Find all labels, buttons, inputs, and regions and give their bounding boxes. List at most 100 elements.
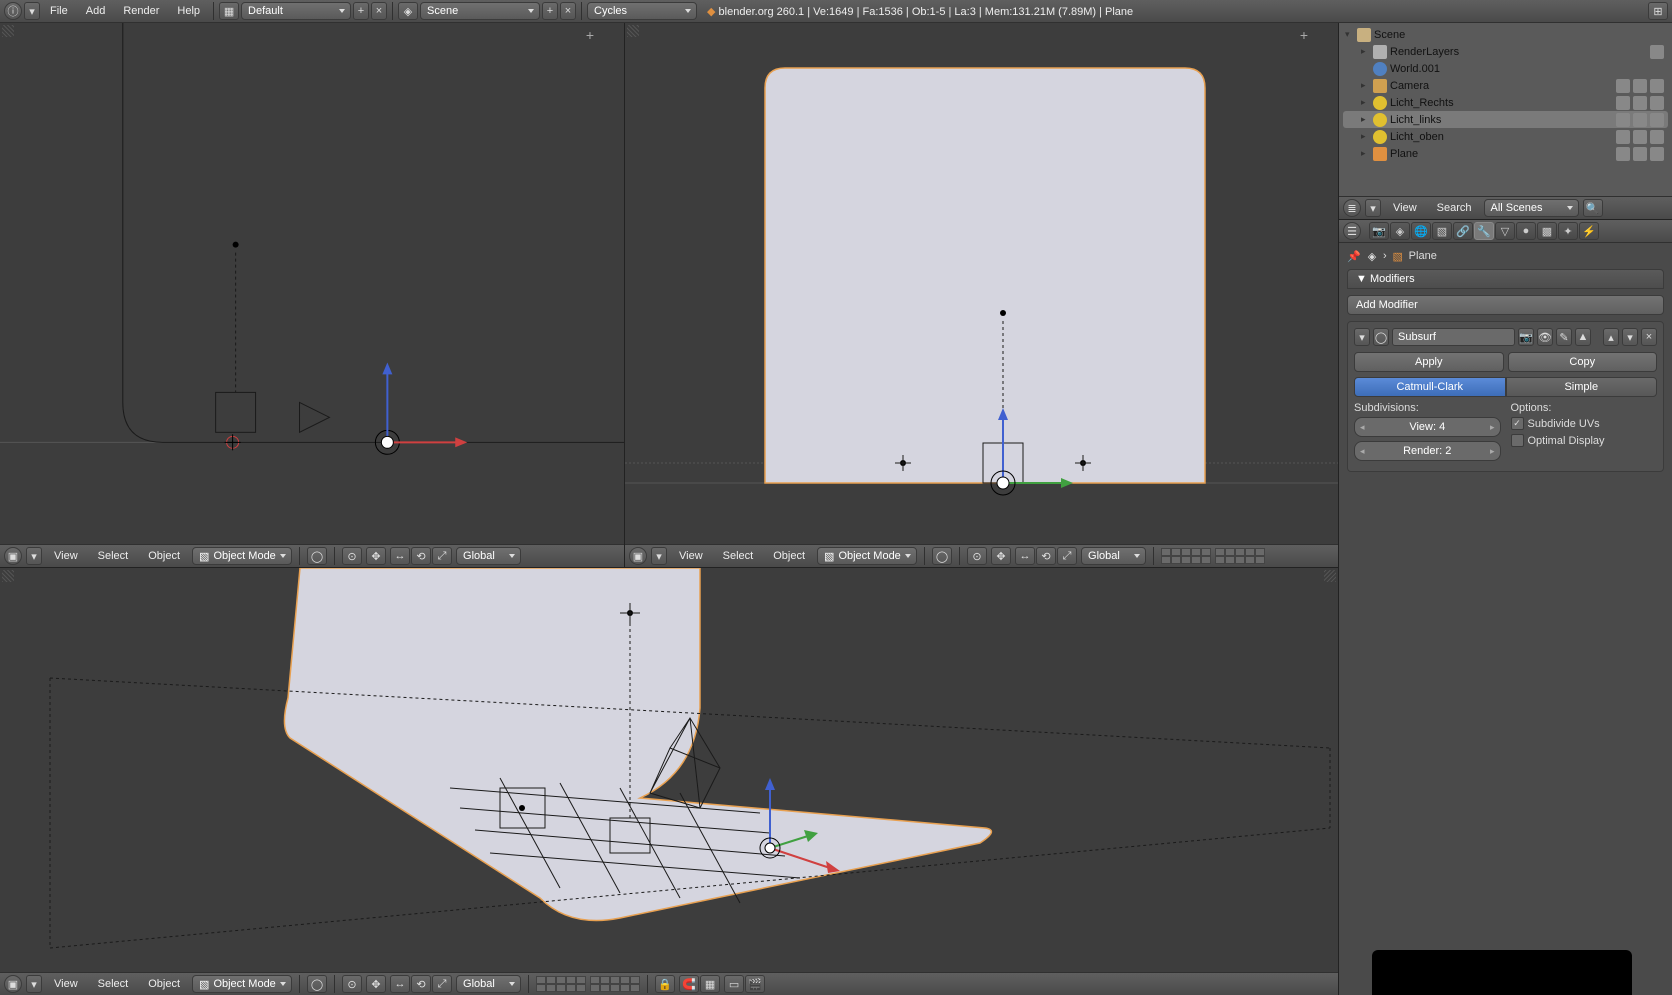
menu-view[interactable]: View <box>1385 202 1425 214</box>
render-anim-icon[interactable]: 🎬 <box>745 975 765 993</box>
cursor-icon[interactable] <box>1633 113 1647 127</box>
shading-dropdown[interactable]: ◯ <box>307 975 327 993</box>
tab-constraints[interactable]: 🔗 <box>1453 222 1473 240</box>
render-icon[interactable] <box>1650 147 1664 161</box>
manipulator-translate[interactable]: ↔ <box>1015 547 1035 565</box>
editor-type-properties-icon[interactable]: ☰ <box>1343 222 1361 240</box>
menu-help[interactable]: Help <box>169 5 208 17</box>
editor-type-3dview-icon[interactable]: ▣ <box>4 547 22 565</box>
menu-select[interactable]: Select <box>90 550 137 562</box>
eye-icon[interactable] <box>1616 79 1630 93</box>
mode-dropdown[interactable]: ▧Object Mode <box>817 547 917 565</box>
menu-object[interactable]: Object <box>140 550 188 562</box>
shading-dropdown[interactable]: ◯ <box>307 547 327 565</box>
modifier-expand-icon[interactable]: ▾ <box>1354 328 1370 346</box>
tab-material[interactable]: ● <box>1516 222 1536 240</box>
manipulator-toggle[interactable]: ✥ <box>366 975 386 993</box>
viewport-front[interactable]: + ▣ ▾ View <box>625 23 1338 568</box>
tab-data[interactable]: ▽ <box>1495 222 1515 240</box>
orientation-dropdown[interactable]: Global <box>1081 547 1146 565</box>
pin-icon[interactable]: 📌 <box>1347 249 1361 263</box>
delete-scene-button[interactable]: × <box>560 2 576 20</box>
cursor-icon[interactable] <box>1633 96 1647 110</box>
manipulator-scale[interactable]: ⤢ <box>1057 547 1077 565</box>
collapse-menus-icon[interactable]: ▾ <box>1365 199 1381 217</box>
pivot-dropdown[interactable]: ⊙ <box>342 975 362 993</box>
tab-modifiers[interactable]: 🔧 <box>1474 222 1494 240</box>
menu-object[interactable]: Object <box>765 550 813 562</box>
orientation-dropdown[interactable]: Global <box>456 975 521 993</box>
menu-object[interactable]: Object <box>140 978 188 990</box>
render-subdivisions-field[interactable]: Render: 2 <box>1354 441 1501 461</box>
screen-browse-icon[interactable]: ▦ <box>219 2 239 20</box>
layer-buttons[interactable] <box>1161 548 1265 564</box>
editor-type-outliner-icon[interactable]: ≣ <box>1343 199 1361 217</box>
manipulator-translate[interactable]: ↔ <box>390 975 410 993</box>
manipulator-translate[interactable]: ↔ <box>390 547 410 565</box>
viewport-side[interactable]: + ▣ ▾ View Select <box>0 23 625 568</box>
render-preview-icon[interactable]: ▭ <box>724 975 744 993</box>
tab-physics[interactable]: ⚡ <box>1579 222 1599 240</box>
outliner-item-licht-links[interactable]: ▸Licht_links <box>1343 111 1668 128</box>
eye-icon[interactable] <box>1616 96 1630 110</box>
manipulator-scale[interactable]: ⤢ <box>432 975 452 993</box>
editor-type-info-icon[interactable]: ⓘ <box>4 2 22 20</box>
tab-world[interactable]: 🌐 <box>1411 222 1431 240</box>
scene-browse-icon[interactable]: ◈ <box>398 2 418 20</box>
mod-move-down-button[interactable]: ▾ <box>1622 328 1638 346</box>
tab-object[interactable]: ▧ <box>1432 222 1452 240</box>
viewport-perspective[interactable]: ▣ ▾ View Select Object ▧Object Mode ◯ ⊙ … <box>0 568 1338 995</box>
subdivide-uvs-checkbox[interactable]: ✓Subdivide UVs <box>1511 417 1658 430</box>
eye-icon[interactable] <box>1616 147 1630 161</box>
back-to-previous-icon[interactable]: ⊞ <box>1648 2 1668 20</box>
editor-type-3dview-icon[interactable]: ▣ <box>4 975 22 993</box>
menu-view[interactable]: View <box>46 550 86 562</box>
outliner-filter-dropdown[interactable]: All Scenes <box>1484 199 1579 217</box>
outliner-item-plane[interactable]: ▸Plane <box>1343 145 1668 162</box>
outliner-item-camera[interactable]: ▸Camera <box>1343 77 1668 94</box>
pivot-dropdown[interactable]: ⊙ <box>342 547 362 565</box>
menu-select[interactable]: Select <box>90 978 137 990</box>
menu-view[interactable]: View <box>671 550 711 562</box>
manipulator-rotate[interactable]: ⟲ <box>411 547 431 565</box>
add-modifier-button[interactable]: Add Modifier <box>1347 295 1664 315</box>
menu-view[interactable]: View <box>46 978 86 990</box>
render-icon[interactable] <box>1650 96 1664 110</box>
menu-file[interactable]: File <box>42 5 76 17</box>
render-icon[interactable] <box>1650 130 1664 144</box>
manipulator-rotate[interactable]: ⟲ <box>411 975 431 993</box>
mod-realtime-toggle[interactable]: 👁 <box>1537 328 1553 346</box>
outliner-world-row[interactable]: World.001 <box>1343 60 1668 77</box>
subdiv-catmull-clark[interactable]: Catmull-Clark <box>1354 377 1506 397</box>
outliner-item-licht-rechts[interactable]: ▸Licht_Rechts <box>1343 94 1668 111</box>
mode-dropdown[interactable]: ▧Object Mode <box>192 547 292 565</box>
mod-delete-button[interactable]: × <box>1641 328 1657 346</box>
manipulator-toggle[interactable]: ✥ <box>991 547 1011 565</box>
render-icon[interactable] <box>1650 79 1664 93</box>
editor-type-3dview-icon[interactable]: ▣ <box>629 547 647 565</box>
collapse-menus-icon[interactable]: ▾ <box>24 2 40 20</box>
pin-icon[interactable] <box>1650 45 1664 59</box>
mode-dropdown[interactable]: ▧Object Mode <box>192 975 292 993</box>
mod-move-up-button[interactable]: ▴ <box>1603 328 1619 346</box>
cursor-icon[interactable] <box>1633 130 1647 144</box>
subdiv-simple[interactable]: Simple <box>1506 377 1658 397</box>
collapse-menus-icon[interactable]: ▾ <box>26 547 42 565</box>
outliner-scene-row[interactable]: ▾Scene <box>1343 26 1668 43</box>
screen-layout-dropdown[interactable]: Default <box>241 2 351 20</box>
outliner-renderlayers-row[interactable]: ▸RenderLayers <box>1343 43 1668 60</box>
modifier-name-field[interactable]: Subsurf <box>1392 328 1515 346</box>
search-icon[interactable]: 🔍 <box>1583 199 1603 217</box>
menu-search[interactable]: Search <box>1429 202 1480 214</box>
modifiers-panel-header[interactable]: ▼ Modifiers <box>1347 269 1664 289</box>
outliner-item-licht-oben[interactable]: ▸Licht_oben <box>1343 128 1668 145</box>
tab-particles[interactable]: ✦ <box>1558 222 1578 240</box>
menu-select[interactable]: Select <box>715 550 762 562</box>
copy-button[interactable]: Copy <box>1508 352 1658 372</box>
render-engine-dropdown[interactable]: Cycles <box>587 2 697 20</box>
cursor-icon[interactable] <box>1633 147 1647 161</box>
tab-scene[interactable]: ◈ <box>1390 222 1410 240</box>
apply-button[interactable]: Apply <box>1354 352 1504 372</box>
add-scene-button[interactable]: + <box>542 2 558 20</box>
add-layout-button[interactable]: + <box>353 2 369 20</box>
